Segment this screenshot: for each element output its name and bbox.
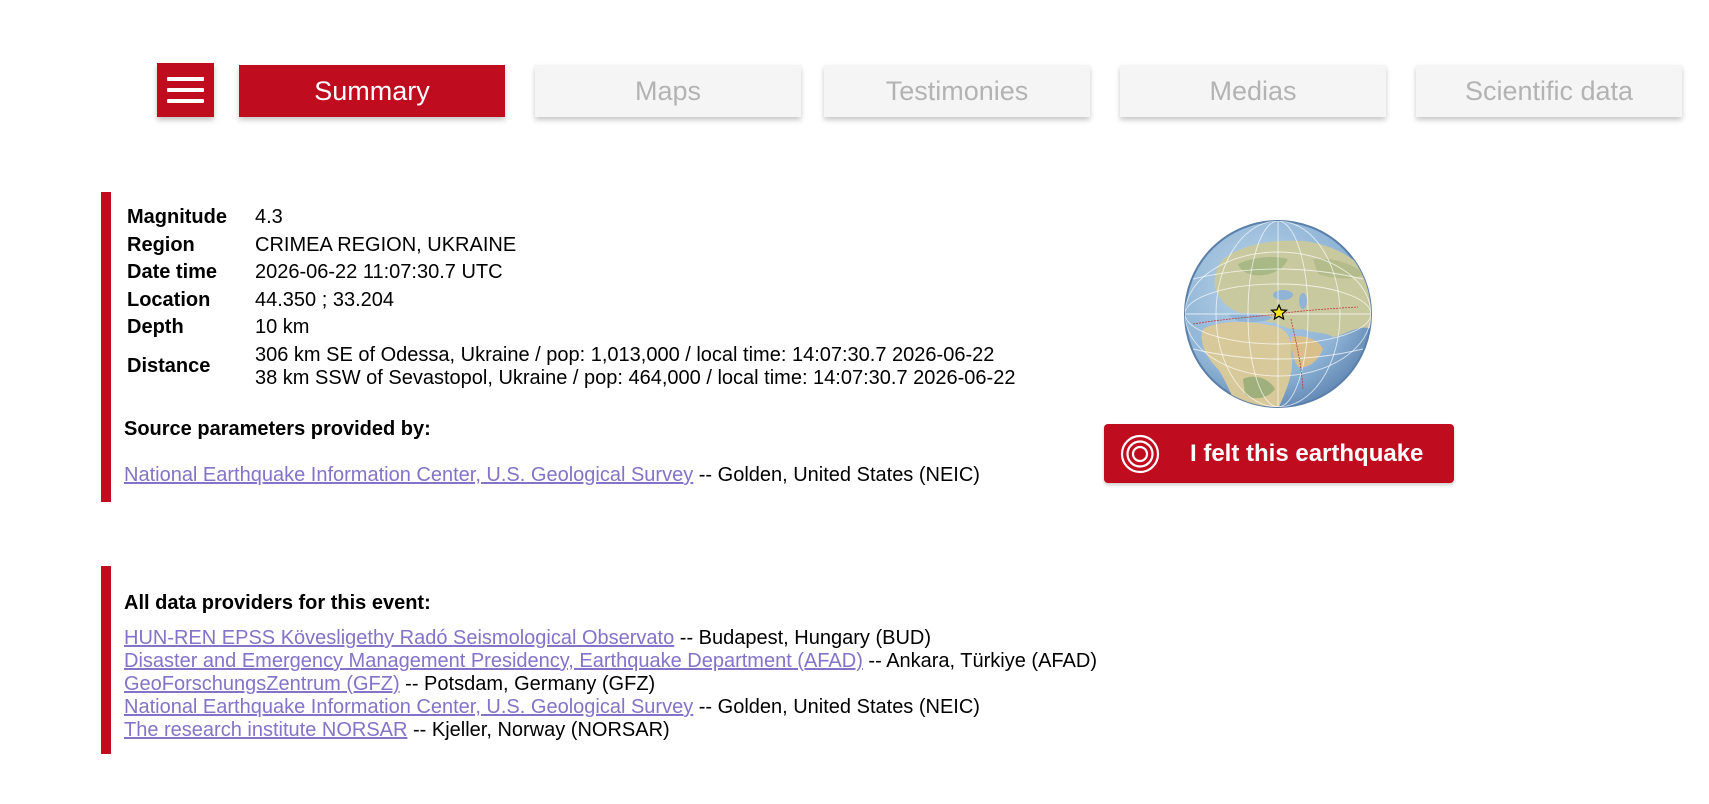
- tab-maps[interactable]: Maps: [535, 65, 801, 117]
- provider-location: -- Golden, United States (NEIC): [693, 464, 980, 486]
- info-row-region: Region CRIMEA REGION, UKRAINE: [127, 232, 1015, 260]
- info-row-distance: Distance 306 km SE of Odessa, Ukraine / …: [127, 342, 1015, 392]
- distance-value: 306 km SE of Odessa, Ukraine / pop: 1,01…: [255, 342, 1015, 392]
- info-label: Region: [127, 233, 195, 256]
- source-parameters-title: Source parameters provided by:: [124, 418, 431, 440]
- provider-location: -- Ankara, Türkiye (AFAD): [862, 650, 1097, 672]
- info-label: Magnitude: [127, 206, 227, 229]
- tab-testimonies[interactable]: Testimonies: [824, 65, 1090, 117]
- tab-summary[interactable]: Summary: [239, 65, 505, 117]
- source-provider: National Earthquake Information Center, …: [124, 464, 980, 487]
- menu-button[interactable]: [157, 63, 214, 117]
- data-providers-panel: All data providers for this event: HUN-R…: [101, 566, 1211, 754]
- provider-location: -- Golden, United States (NEIC): [693, 696, 980, 718]
- provider-location: -- Budapest, Hungary (BUD): [674, 627, 931, 649]
- hamburger-icon-bar: [167, 88, 204, 92]
- list-item: National Earthquake Information Center, …: [124, 696, 1097, 719]
- datetime-value: 2026-06-22 11:07:30.7 UTC: [255, 261, 503, 284]
- concentric-circles-icon: [1120, 434, 1160, 474]
- provider-location: -- Potsdam, Germany (GFZ): [399, 673, 656, 695]
- felt-button-label: I felt this earthquake: [1190, 440, 1424, 467]
- hamburger-icon-bar: [167, 77, 204, 81]
- location-value: 44.350 ; 33.204: [255, 288, 395, 311]
- event-summary-panel: Magnitude 4.3 Region CRIMEA REGION, UKRA…: [101, 192, 1111, 502]
- provider-location: -- Kjeller, Norway (NORSAR): [407, 719, 670, 741]
- provider-link-afad[interactable]: Disaster and Emergency Management Presid…: [124, 650, 863, 672]
- provider-link-bud[interactable]: HUN-REN EPSS Kövesligethy Radó Seismolog…: [124, 627, 674, 649]
- provider-link-norsar[interactable]: The research institute NORSAR: [124, 719, 407, 741]
- provider-link-neic[interactable]: National Earthquake Information Center, …: [124, 464, 693, 486]
- data-providers-list: HUN-REN EPSS Kövesligethy Radó Seismolog…: [124, 627, 1097, 742]
- tab-scientific-data[interactable]: Scientific data: [1416, 65, 1682, 117]
- provider-link-neic[interactable]: National Earthquake Information Center, …: [124, 696, 693, 718]
- region-value: CRIMEA REGION, UKRAINE: [255, 233, 517, 256]
- distance-line: 38 km SSW of Sevastopol, Ukraine / pop: …: [255, 366, 1016, 389]
- tab-medias[interactable]: Medias: [1120, 65, 1386, 117]
- list-item: GeoForschungsZentrum (GFZ) -- Potsdam, G…: [124, 673, 1097, 696]
- info-row-datetime: Date time 2026-06-22 11:07:30.7 UTC: [127, 259, 1015, 287]
- distance-line: 306 km SE of Odessa, Ukraine / pop: 1,01…: [255, 343, 995, 366]
- info-row-magnitude: Magnitude 4.3: [127, 204, 1015, 232]
- info-label: Distance: [127, 355, 211, 377]
- globe-map-image[interactable]: [1183, 219, 1373, 409]
- list-item: Disaster and Emergency Management Presid…: [124, 650, 1097, 673]
- hamburger-icon-bar: [167, 99, 204, 103]
- magnitude-value: 4.3: [255, 206, 283, 229]
- info-label: Depth: [127, 316, 184, 339]
- i-felt-this-earthquake-button[interactable]: I felt this earthquake: [1104, 424, 1454, 483]
- list-item: The research institute NORSAR -- Kjeller…: [124, 719, 1097, 742]
- info-row-location: Location 44.350 ; 33.204: [127, 287, 1015, 315]
- info-row-depth: Depth 10 km: [127, 314, 1015, 342]
- list-item: HUN-REN EPSS Kövesligethy Radó Seismolog…: [124, 627, 1097, 650]
- info-label: Location: [127, 288, 211, 311]
- event-info-table: Magnitude 4.3 Region CRIMEA REGION, UKRA…: [127, 204, 1015, 392]
- depth-value: 10 km: [255, 316, 310, 339]
- data-providers-title: All data providers for this event:: [124, 592, 431, 614]
- info-label: Date time: [127, 261, 218, 284]
- provider-link-gfz[interactable]: GeoForschungsZentrum (GFZ): [124, 673, 400, 695]
